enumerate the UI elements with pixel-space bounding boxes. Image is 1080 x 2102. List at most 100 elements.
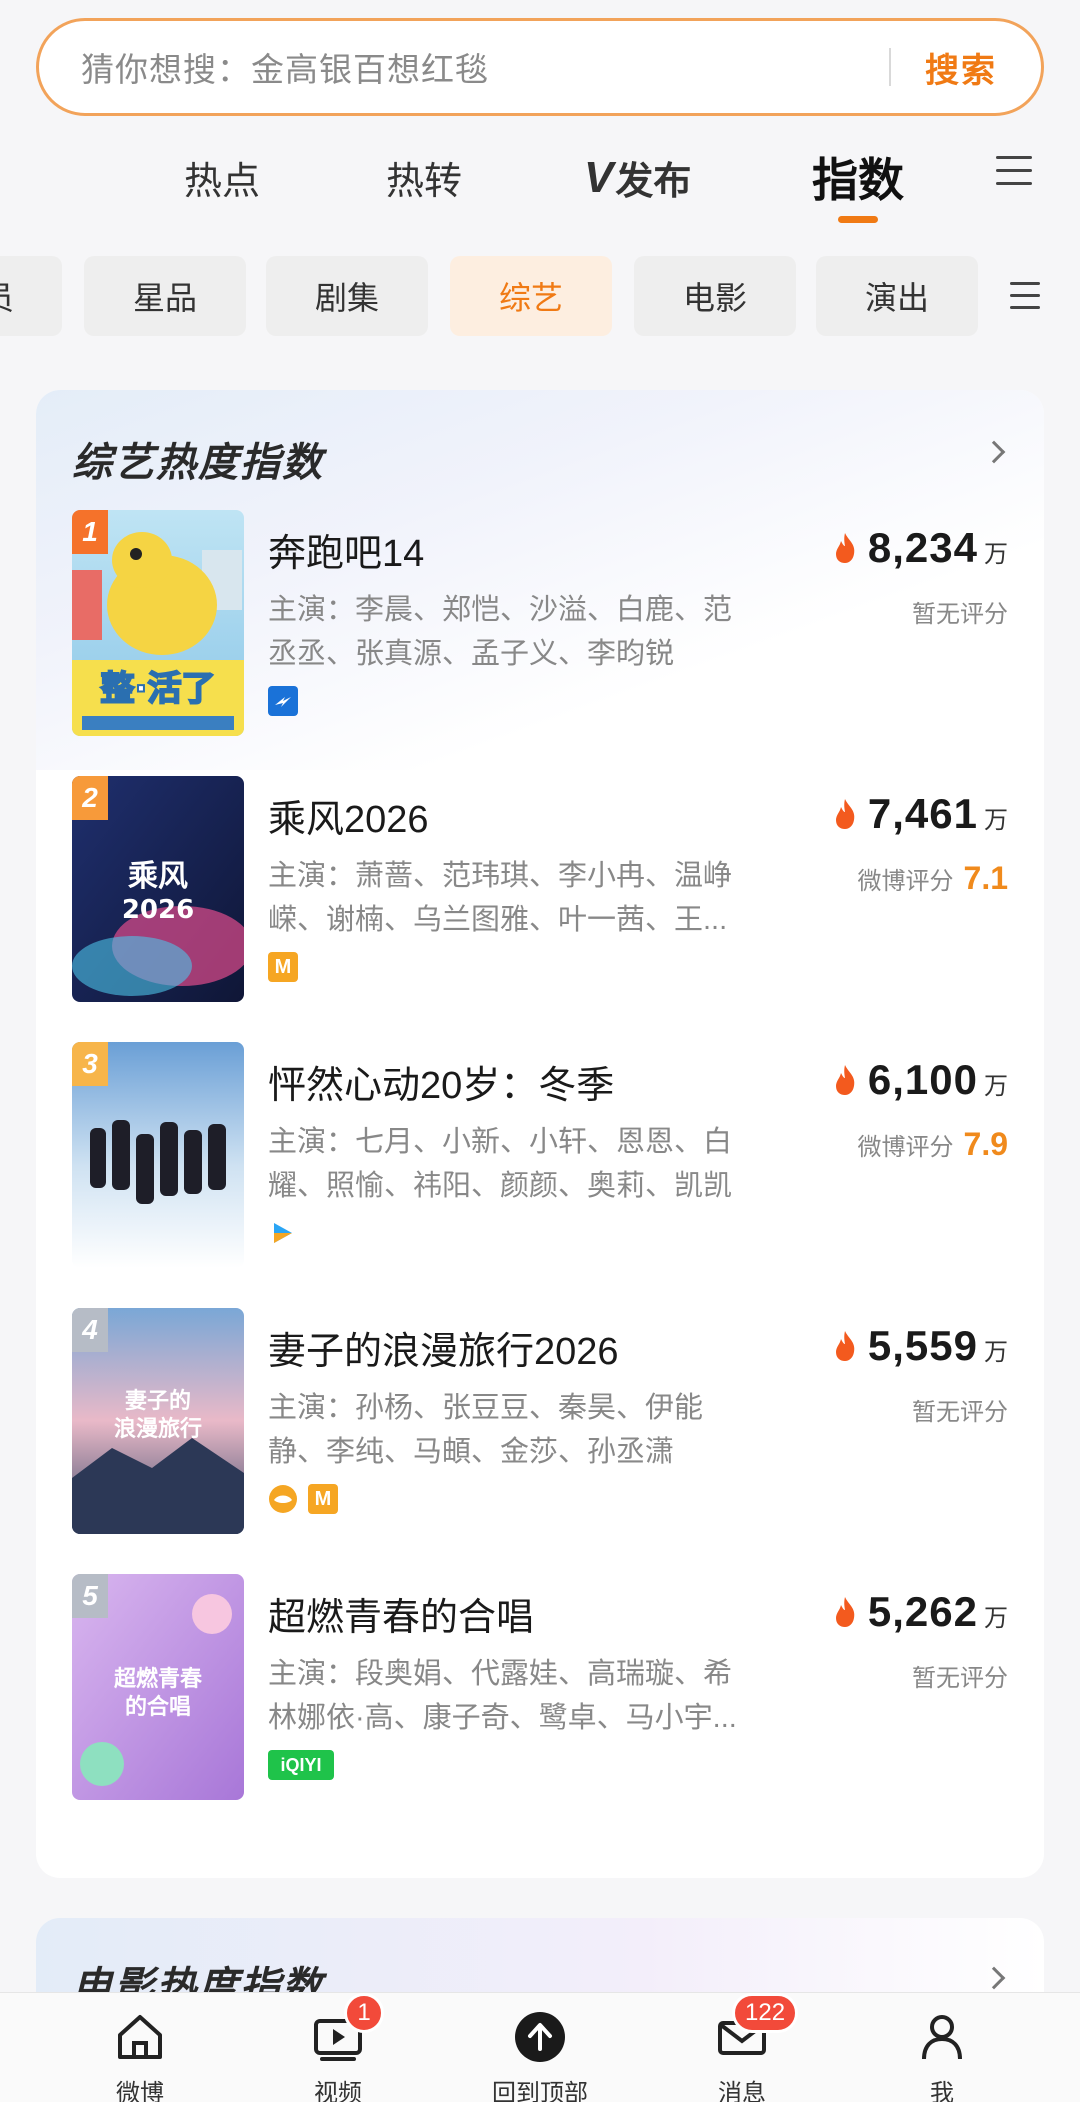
- chip-variety[interactable]: 综艺: [450, 256, 612, 336]
- flame-icon: [835, 533, 855, 563]
- arrow-up-icon: [515, 2012, 565, 2062]
- cast-line: 主演：李晨、郑恺、沙溢、白鹿、范: [268, 594, 733, 626]
- rank-badge: 2: [72, 776, 108, 820]
- nav-back-to-top-label: 回到顶部: [492, 2080, 588, 2102]
- heat-unit: 万: [984, 541, 1008, 568]
- tab-index[interactable]: 指数: [812, 144, 904, 210]
- cast-line: 耀、照愉、祎阳、颜颜、奥莉、凯凯: [268, 1170, 733, 1202]
- v-logo-icon: V: [584, 152, 614, 202]
- svg-text:整·活了: 整·活了: [101, 669, 216, 709]
- heat-unit: 万: [984, 807, 1008, 834]
- mango-tv-icon: M: [308, 1484, 338, 1514]
- nav-back-to-top[interactable]: 回到顶部: [460, 1993, 620, 2102]
- youku-icon: [268, 1218, 298, 1248]
- chip-cut[interactable]: 员: [0, 256, 62, 336]
- messages-badge: 122: [732, 1993, 799, 2033]
- search-divider: [889, 48, 891, 86]
- rating-score: 7.1: [963, 860, 1008, 896]
- heat-value: 6,100 万: [748, 1056, 1008, 1104]
- platform-list: [268, 1218, 298, 1248]
- cast-line: 林娜依·高、康子奇、鹭卓、马小宇...: [268, 1702, 737, 1734]
- heat-number: 8,234: [867, 524, 978, 571]
- rank-badge: 5: [72, 1574, 108, 1618]
- tab-v-publish[interactable]: V 发布: [584, 150, 691, 205]
- cast-line: 丞丞、张真源、孟子义、李昀锐: [268, 638, 675, 670]
- heat-number: 7,461: [867, 790, 978, 837]
- home-icon: [118, 2015, 162, 2059]
- search-button[interactable]: 搜索: [925, 43, 997, 92]
- platform-list: iQIYI: [268, 1750, 334, 1780]
- item-title[interactable]: 乘风2026: [268, 788, 429, 843]
- platform-list: [268, 686, 298, 716]
- rating-label: 暂无评分: [912, 601, 1008, 628]
- menu-icon[interactable]: [996, 156, 1032, 186]
- nav-weibo[interactable]: 微博: [60, 1993, 220, 2102]
- heat-value: 7,461 万: [748, 790, 1008, 838]
- list-item[interactable]: 3 怦然心动20岁：冬季 主演：七月、小新、小轩、恩恩、白 耀、照愉、祎阳、颜颜…: [36, 1042, 1044, 1272]
- rating: 暂无评分: [912, 594, 1008, 629]
- flame-icon: [835, 1331, 855, 1361]
- item-title[interactable]: 超燃青春的合唱: [268, 1586, 534, 1641]
- rating: 暂无评分: [912, 1658, 1008, 1693]
- rating: 微博评分 7.1: [858, 860, 1008, 897]
- item-cast: 主演：李晨、郑恺、沙溢、白鹿、范 丞丞、张真源、孟子义、李昀锐: [268, 588, 768, 676]
- nav-video[interactable]: 1 视频: [258, 1993, 418, 2102]
- user-icon: [922, 2015, 962, 2060]
- svg-text:妻子的: 妻子的: [125, 1388, 191, 1414]
- active-tab-indicator: [838, 216, 878, 223]
- svg-text:2026: 2026: [122, 895, 194, 925]
- heat-unit: 万: [984, 1073, 1008, 1100]
- rating-label: 暂无评分: [912, 1399, 1008, 1426]
- rating-score: 7.9: [963, 1126, 1008, 1162]
- bottom-nav: 微博 1 视频 回到顶部 122 消息 我: [0, 1992, 1080, 2102]
- rating: 微博评分 7.9: [858, 1126, 1008, 1163]
- svg-text:的合唱: 的合唱: [125, 1694, 191, 1720]
- item-cast: 主演：萧蔷、范玮琪、李小冉、温峥 嵘、谢楠、乌兰图雅、叶一茜、王...: [268, 854, 768, 942]
- cast-line: 静、李纯、马頔、金莎、孙丞潇: [268, 1436, 675, 1468]
- nav-video-label: 视频: [314, 2080, 362, 2102]
- chip-show[interactable]: 演出: [816, 256, 978, 336]
- chip-series[interactable]: 剧集: [266, 256, 428, 336]
- svg-text:浪漫旅行: 浪漫旅行: [114, 1416, 202, 1442]
- heat-number: 5,559: [867, 1322, 978, 1369]
- rating-label: 微博评分: [857, 1134, 954, 1161]
- heat-unit: 万: [984, 1339, 1008, 1366]
- rank-badge: 4: [72, 1308, 108, 1352]
- search-bar[interactable]: 猜你想搜：金高银百想红毯 搜索: [36, 18, 1044, 116]
- chevron-right-icon[interactable]: [982, 1966, 1006, 1990]
- chip-movie[interactable]: 电影: [634, 256, 796, 336]
- list-item[interactable]: 超燃青春 的合唱 5 超燃青春的合唱 主演：段奥娟、代露娃、高瑞璇、希 林娜依·…: [36, 1574, 1044, 1804]
- rating-label: 微博评分: [857, 868, 954, 895]
- item-title[interactable]: 怦然心动20岁：冬季: [268, 1054, 614, 1109]
- list-item[interactable]: 整·活了 1 奔跑吧14 主演：李晨、郑恺、沙溢、白鹿、范 丞丞、张真源、孟子义…: [36, 510, 1044, 740]
- chip-star-product[interactable]: 星品: [84, 256, 246, 336]
- main-tabs: 热点 热转 V 发布 指数: [0, 130, 1080, 226]
- heat-unit: 万: [984, 1605, 1008, 1632]
- chips-menu-icon[interactable]: [1010, 282, 1040, 310]
- mango-tv-icon: M: [268, 952, 298, 982]
- heat-value: 5,262 万: [748, 1588, 1008, 1636]
- rating-label: 暂无评分: [912, 1665, 1008, 1692]
- item-title[interactable]: 妻子的浪漫旅行2026: [268, 1320, 619, 1375]
- tab-repost[interactable]: 热转: [386, 150, 462, 205]
- nav-weibo-label: 微博: [116, 2080, 164, 2102]
- nav-messages[interactable]: 122 消息: [662, 1993, 822, 2102]
- cast-line: 主演：段奥娟、代露娃、高瑞璇、希: [268, 1658, 733, 1690]
- tab-hot[interactable]: 热点: [184, 150, 260, 205]
- item-cast: 主演：孙杨、张豆豆、秦昊、伊能 静、李纯、马頔、金莎、孙丞潇: [268, 1386, 768, 1474]
- flame-icon: [835, 799, 855, 829]
- item-title[interactable]: 奔跑吧14: [268, 522, 424, 577]
- heat-number: 5,262: [867, 1588, 978, 1635]
- rank-badge: 1: [72, 510, 108, 554]
- nav-me[interactable]: 我: [862, 1993, 1022, 2102]
- iqiyi-icon: iQIYI: [268, 1750, 334, 1780]
- variety-index-card: 综艺热度指数 整·活了 1 奔跑吧14 主演：李晨、郑恺、沙溢、白鹿、范 丞丞、…: [36, 390, 1044, 1878]
- video-badge: 1: [344, 1993, 384, 2033]
- search-input[interactable]: 猜你想搜：金高银百想红毯: [81, 43, 889, 91]
- list-item[interactable]: 乘风 2026 2 乘风2026 主演：萧蔷、范玮琪、李小冉、温峥 嵘、谢楠、乌…: [36, 776, 1044, 1006]
- list-item[interactable]: 妻子的 浪漫旅行 4 妻子的浪漫旅行2026 主演：孙杨、张豆豆、秦昊、伊能 静…: [36, 1308, 1044, 1538]
- item-cast: 主演：段奥娟、代露娃、高瑞璇、希 林娜依·高、康子奇、鹭卓、马小宇...: [268, 1652, 768, 1740]
- nav-me-label: 我: [930, 2080, 954, 2102]
- category-chips: 员 星品 剧集 综艺 电影 演出: [0, 256, 1080, 338]
- tab-v-publish-label: 发布: [615, 161, 692, 203]
